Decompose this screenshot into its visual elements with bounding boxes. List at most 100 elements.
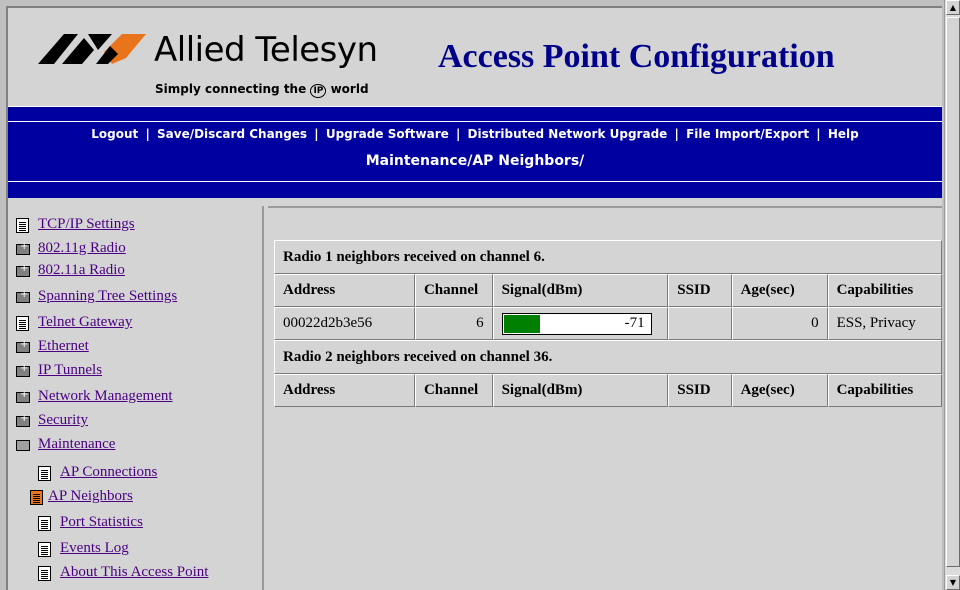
- nav-band: Logout | Save/Discard Changes | Upgrade …: [8, 106, 942, 198]
- top-nav: Logout | Save/Discard Changes | Upgrade …: [8, 127, 942, 141]
- document-icon: [16, 316, 29, 331]
- neighbor-age: 0: [731, 307, 828, 340]
- sidebar-item-label: Security: [38, 412, 88, 428]
- column-header-address: Address: [274, 374, 415, 407]
- sidebar-item-security[interactable]: Security: [16, 412, 88, 429]
- sidebar-item-label: Telnet Gateway: [38, 314, 133, 330]
- signal-strength-bar: -71: [501, 312, 652, 335]
- sidebar-item-events-log[interactable]: Events Log: [38, 540, 129, 557]
- page-header: Allied Telesyn Simply connecting the IP …: [8, 8, 942, 106]
- nav-help-link[interactable]: Help: [828, 127, 859, 141]
- table-row: 00022d2b3e56 6 -71 0 ESS, Privacy: [274, 307, 942, 340]
- sidebar-item-about-access-point[interactable]: About This Access Point: [38, 564, 208, 581]
- folder-icon: [16, 413, 30, 427]
- nav-save-discard-link[interactable]: Save/Discard Changes: [157, 127, 307, 141]
- scroll-down-icon[interactable]: ▼: [946, 575, 960, 590]
- sidebar-item-ip-tunnels[interactable]: IP Tunnels: [16, 362, 102, 379]
- column-header-capabilities: Capabilities: [827, 374, 942, 407]
- sidebar-item-network-management[interactable]: Network Management: [16, 388, 173, 405]
- column-header-age: Age(sec): [731, 374, 828, 407]
- allied-telesyn-logo: Allied Telesyn Simply connecting the IP …: [38, 30, 418, 100]
- sidebar-item-port-statistics[interactable]: Port Statistics: [38, 514, 143, 531]
- document-icon: [38, 466, 51, 481]
- nav-separator: |: [145, 127, 150, 141]
- sidebar-item-label: Network Management: [38, 388, 173, 404]
- column-header-ssid: SSID: [668, 274, 732, 307]
- sidebar-item-label: 802.11g Radio: [38, 240, 126, 256]
- sidebar-item-ap-neighbors[interactable]: AP Neighbors: [30, 488, 133, 505]
- folder-icon: [16, 363, 30, 377]
- signal-value: -71: [624, 314, 645, 331]
- radio2-caption: Radio 2 neighbors received on channel 36…: [274, 340, 942, 374]
- radio1-caption: Radio 1 neighbors received on channel 6.: [274, 240, 942, 274]
- sidebar-item-label: About This Access Point: [60, 564, 209, 580]
- sidebar-item-label: Maintenance: [38, 436, 116, 452]
- nav-separator: |: [314, 127, 319, 141]
- neighbor-ssid: [668, 307, 732, 340]
- tagline-prefix: Simply connecting the: [155, 82, 307, 96]
- radio1-header-row: Address Channel Signal(dBm) SSID Age(sec…: [274, 274, 942, 307]
- sidebar-menu: TCP/IP Settings 802.11g Radio 802.11a Ra…: [12, 206, 264, 590]
- band-divider: [8, 181, 942, 182]
- sidebar-item-ap-connections[interactable]: AP Connections: [38, 464, 157, 481]
- document-icon: [38, 566, 51, 581]
- breadcrumb: Maintenance/AP Neighbors/: [365, 153, 585, 169]
- sidebar-item-label: TCP/IP Settings: [38, 216, 135, 232]
- sidebar-item-ethernet[interactable]: Ethernet: [16, 338, 89, 355]
- sidebar-item-label: Spanning Tree Settings: [38, 288, 178, 304]
- column-header-channel: Channel: [414, 274, 493, 307]
- column-header-channel: Channel: [414, 374, 493, 407]
- brand-name: Allied Telesyn: [154, 30, 378, 70]
- sidebar-item-maintenance[interactable]: Maintenance: [16, 436, 115, 453]
- nav-distributed-upgrade-link[interactable]: Distributed Network Upgrade: [468, 127, 668, 141]
- open-folder-icon: [16, 440, 30, 451]
- sidebar-item-label: IP Tunnels: [38, 362, 103, 378]
- selected-document-icon: [30, 490, 43, 505]
- nav-file-import-export-link[interactable]: File Import/Export: [686, 127, 809, 141]
- folder-icon: [16, 339, 30, 353]
- neighbor-signal: -71: [492, 307, 669, 340]
- column-header-age: Age(sec): [731, 274, 828, 307]
- neighbor-capabilities: ESS, Privacy: [827, 307, 942, 340]
- folder-icon: [16, 241, 30, 255]
- column-header-ssid: SSID: [668, 374, 732, 407]
- band-divider: [8, 121, 942, 122]
- page-title: Access Point Configuration: [438, 38, 835, 75]
- nav-separator: |: [674, 127, 679, 141]
- signal-strength-fill: [503, 314, 541, 333]
- column-header-signal: Signal(dBm): [492, 274, 669, 307]
- ip-badge: IP: [310, 84, 327, 98]
- folder-icon: [16, 389, 30, 403]
- folder-icon: [16, 289, 30, 303]
- folder-icon: [16, 263, 30, 277]
- neighbor-address: 00022d2b3e56: [274, 307, 415, 340]
- document-icon: [16, 218, 29, 233]
- sidebar-item-telnet-gateway[interactable]: Telnet Gateway: [16, 314, 132, 331]
- browser-frame: Allied Telesyn Simply connecting the IP …: [6, 6, 942, 590]
- sidebar-item-label: Events Log: [60, 540, 129, 556]
- vertical-scrollbar[interactable]: ▲ ▼: [944, 0, 960, 590]
- neighbor-channel: 6: [414, 307, 493, 340]
- nav-logout-link[interactable]: Logout: [91, 127, 138, 141]
- column-header-capabilities: Capabilities: [827, 274, 942, 307]
- sidebar-item-80211a-radio[interactable]: 802.11a Radio: [16, 262, 125, 279]
- sidebar-item-80211g-radio[interactable]: 802.11g Radio: [16, 240, 126, 257]
- sidebar-item-label: Port Statistics: [60, 514, 143, 530]
- sidebar-item-tcpip-settings[interactable]: TCP/IP Settings: [16, 216, 135, 233]
- header-spacer: [8, 198, 942, 204]
- sidebar-item-spanning-tree[interactable]: Spanning Tree Settings: [16, 288, 177, 305]
- document-icon: [38, 516, 51, 531]
- sidebar-item-label: Ethernet: [38, 338, 89, 354]
- scrollbar-thumb[interactable]: [946, 17, 960, 567]
- tagline-suffix: world: [330, 82, 369, 96]
- column-header-signal: Signal(dBm): [492, 374, 669, 407]
- sidebar-item-label: AP Neighbors: [48, 488, 133, 504]
- scroll-up-icon[interactable]: ▲: [946, 0, 960, 15]
- column-header-address: Address: [274, 274, 415, 307]
- main-content: Radio 1 neighbors received on channel 6.…: [268, 206, 942, 590]
- sidebar-item-label: AP Connections: [60, 464, 158, 480]
- nav-upgrade-software-link[interactable]: Upgrade Software: [326, 127, 449, 141]
- sidebar-item-label: 802.11a Radio: [38, 262, 125, 278]
- neighbors-table: Radio 1 neighbors received on channel 6.…: [274, 240, 942, 407]
- document-icon: [38, 542, 51, 557]
